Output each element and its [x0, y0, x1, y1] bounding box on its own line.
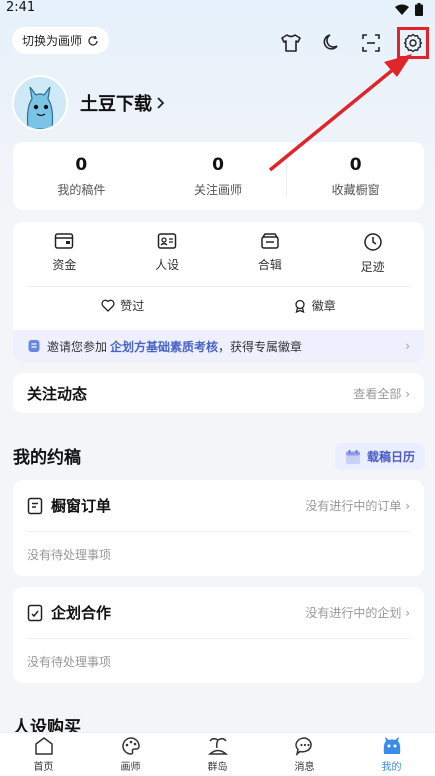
tool-badges[interactable]: 徽章	[219, 297, 411, 314]
tab-messages[interactable]: 消息	[261, 733, 348, 776]
moon-icon	[323, 34, 338, 50]
tool-label: 赞过	[120, 299, 145, 313]
follow-feed-card[interactable]: 关注动态 查看全部 ›	[13, 373, 424, 413]
badge-icon	[295, 299, 305, 313]
refresh-icon	[88, 35, 98, 46]
battery-icon	[415, 3, 423, 16]
planning-title: 企划合作	[51, 604, 112, 622]
tool-label: 徽章	[311, 299, 336, 313]
status-time: 2:41	[6, 0, 36, 15]
tab-label: 我的	[381, 762, 402, 773]
commission-section-title: 我的约稿	[13, 448, 81, 468]
invite-highlight: 企划方基础素质考核	[110, 339, 219, 354]
view-all-link[interactable]: 查看全部 ›	[353, 385, 410, 402]
wifi-icon	[395, 4, 409, 15]
view-all-label: 查看全部	[353, 386, 402, 401]
tool-character[interactable]: 人设	[116, 232, 219, 286]
heart-icon	[101, 299, 115, 312]
stat-followed-artists[interactable]: 0 关注画师	[150, 142, 287, 210]
stats-card: 0 我的稿件 0 关注画师 0 收藏橱窗	[13, 142, 424, 210]
window-orders-card[interactable]: 橱窗订单 没有进行中的订单 › 没有待处理事项	[13, 480, 424, 576]
stat-label: 收藏橱窗	[331, 182, 380, 197]
tool-funds[interactable]: 资金	[13, 232, 116, 286]
me-icon	[383, 737, 400, 754]
invite-prefix: 邀请您参加	[47, 339, 108, 354]
window-orders-empty: 没有待处理事项	[27, 547, 112, 562]
collection-icon	[261, 233, 279, 249]
planning-card[interactable]: 企划合作 没有进行中的企划 › 没有待处理事项	[13, 587, 424, 683]
tshirt-icon	[281, 34, 301, 52]
chevron-right-icon	[157, 97, 165, 109]
tool-label: 人设	[155, 258, 180, 272]
stat-label: 我的稿件	[57, 182, 106, 197]
profile-card-icon	[157, 233, 177, 249]
follow-title: 关注动态	[27, 384, 88, 403]
document-icon	[28, 340, 40, 352]
tab-islands[interactable]: 群岛	[174, 733, 261, 776]
tab-label: 消息	[294, 762, 315, 773]
tools-card: 资金 人设 合辑 足迹 赞过 徽章 邀请您参加 企划方基础素质考核 ，获得专属徽…	[13, 222, 424, 362]
username[interactable]: 土豆下载	[80, 90, 166, 116]
palette-icon	[121, 737, 140, 755]
wallet-icon	[55, 233, 74, 249]
calendar-button[interactable]: 载稿日历	[334, 443, 425, 470]
tool-footprint[interactable]: 足迹	[321, 232, 424, 286]
switch-role-label: 切换为画师	[22, 34, 83, 48]
stat-value: 0	[75, 154, 88, 175]
stat-value: 0	[212, 154, 224, 175]
scan-icon	[362, 34, 380, 52]
stat-my-manuscripts[interactable]: 0 我的稿件	[13, 142, 150, 210]
window-orders-status-text: 没有进行中的订单	[305, 499, 402, 513]
header-actions	[277, 27, 429, 59]
planning-status-text: 没有进行中的企划	[305, 606, 402, 620]
switch-role-button[interactable]: 切换为画师	[12, 27, 110, 54]
window-orders-status[interactable]: 没有进行中的订单 ›	[305, 497, 410, 514]
tab-me[interactable]: 我的	[348, 733, 435, 776]
message-icon	[294, 737, 312, 756]
planning-empty: 没有待处理事项	[27, 654, 112, 669]
tab-label: 群岛	[207, 762, 228, 773]
gear-icon	[403, 33, 423, 53]
stat-value: 0	[349, 154, 362, 175]
clock-icon	[363, 233, 382, 251]
planning-header: 企划合作 没有进行中的企划 ›	[27, 587, 410, 639]
outfit-button[interactable]	[277, 29, 305, 57]
chevron-right-icon: ›	[405, 339, 410, 353]
tool-collection[interactable]: 合辑	[219, 232, 322, 286]
tool-label: 资金	[52, 258, 77, 272]
home-icon	[34, 737, 53, 755]
tab-artists[interactable]: 画师	[87, 733, 174, 776]
tab-label: 画师	[120, 762, 141, 773]
window-orders-header: 橱窗订单 没有进行中的订单 ›	[27, 480, 410, 532]
avatar[interactable]	[12, 75, 68, 131]
invite-suffix: ，获得专属徽章	[218, 339, 303, 354]
tools-secondary-row: 赞过 徽章	[27, 286, 410, 324]
status-icons	[395, 3, 423, 16]
window-orders-title: 橱窗订单	[51, 497, 112, 515]
bottom-tab-bar: 首页 画师 群岛 消息 我的	[0, 732, 435, 776]
calendar-label: 载稿日历	[366, 450, 415, 464]
settings-button[interactable]	[397, 27, 429, 59]
character-purchase-title: 人设购买	[13, 718, 81, 733]
tab-home[interactable]: 首页	[0, 733, 87, 776]
scan-button[interactable]	[357, 29, 385, 57]
username-text: 土豆下载	[80, 94, 152, 115]
avatar-image	[14, 77, 66, 129]
order-document-icon	[27, 497, 43, 514]
night-mode-button[interactable]	[317, 29, 345, 57]
tool-label: 合辑	[257, 258, 282, 272]
tool-label: 足迹	[360, 260, 385, 274]
contract-icon	[27, 604, 43, 621]
profile-header[interactable]: 土豆下载	[12, 75, 166, 131]
stat-saved-windows[interactable]: 0 收藏橱窗	[286, 154, 424, 197]
status-bar: 2:41	[0, 0, 435, 18]
invite-banner[interactable]: 邀请您参加 企划方基础素质考核 ，获得专属徽章 ›	[13, 330, 424, 362]
tool-liked[interactable]: 赞过	[27, 297, 219, 314]
stat-label: 关注画师	[194, 182, 243, 197]
island-icon	[207, 737, 228, 755]
tab-label: 首页	[33, 762, 54, 773]
planning-status[interactable]: 没有进行中的企划 ›	[305, 604, 410, 621]
tools-row: 资金 人设 合辑 足迹	[13, 222, 424, 286]
calendar-icon	[345, 449, 360, 464]
